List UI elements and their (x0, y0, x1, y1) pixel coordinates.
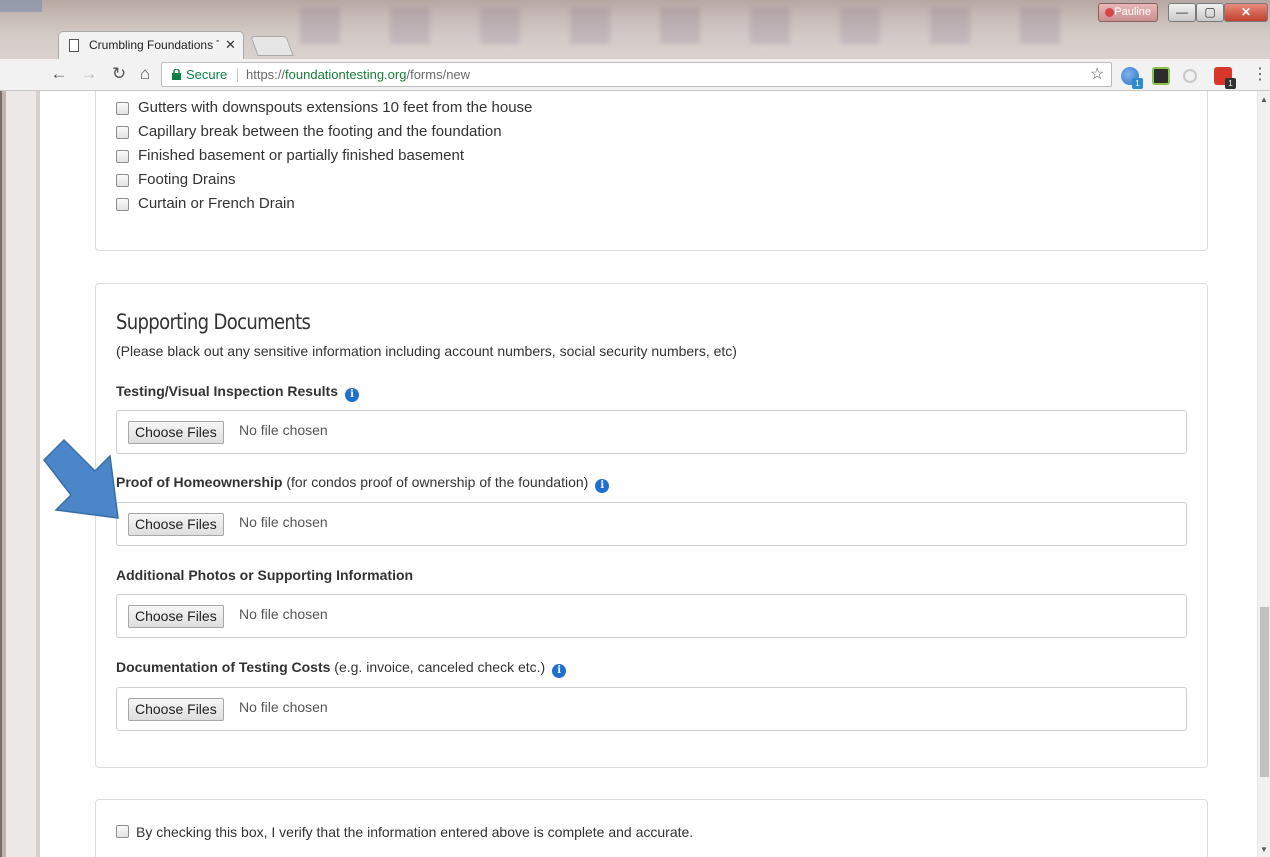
info-icon[interactable]: i (344, 388, 359, 402)
option-label: Footing Drains (138, 171, 236, 188)
browser-toolbar: ← → ↻ ⌂ Secure https://foundationtesting… (0, 59, 1270, 91)
star-icon[interactable]: ☆ (1090, 63, 1104, 86)
option-label: Curtain or French Drain (138, 195, 295, 212)
checkbox[interactable] (116, 198, 129, 211)
label-bold: Proof of Homeownership (116, 474, 283, 490)
option-label: Finished basement or partially finished … (138, 147, 465, 164)
back-arrow-icon[interactable]: ← (48, 63, 70, 85)
verification-label: By checking this box, I verify that the … (136, 824, 694, 840)
info-icon[interactable]: i (595, 479, 610, 493)
page-viewport: Gutters with downspouts extensions 10 fe… (0, 91, 1270, 857)
file-input-additional-photos[interactable]: Choose Files No file chosen (116, 594, 1187, 638)
extension-icon-2[interactable] (1152, 67, 1170, 85)
section-title: Supporting Documents (116, 310, 311, 334)
page-icon (69, 39, 79, 52)
menu-icon[interactable]: ⋮ (1252, 64, 1268, 84)
file-input-testing-results[interactable]: Choose Files No file chosen (116, 410, 1187, 454)
label-bold: Additional Photos or Supporting Informat… (116, 567, 414, 583)
choose-files-button[interactable]: Choose Files (128, 421, 224, 444)
browser-tab[interactable]: Crumbling Foundations T ✕ (58, 31, 244, 59)
scroll-up-arrow-icon[interactable]: ▲ (1260, 95, 1268, 104)
scrollbar-thumb[interactable] (1260, 607, 1269, 777)
url-scheme: https:// (246, 67, 286, 82)
extension-icon-4[interactable]: 1 (1214, 67, 1236, 89)
tab-title: Crumbling Foundations T (89, 38, 219, 52)
choose-files-button[interactable]: Choose Files (128, 698, 224, 721)
extension-badge: 1 (1225, 78, 1236, 89)
forward-arrow-icon[interactable]: → (78, 63, 100, 85)
new-tab-button[interactable] (250, 36, 294, 56)
field-label-homeownership: Proof of Homeownership (for condos proof… (116, 474, 610, 493)
option-label: Capillary break between the footing and … (138, 123, 502, 140)
profile-button[interactable]: Pauline (1098, 3, 1158, 22)
field-label-additional-photos: Additional Photos or Supporting Informat… (116, 567, 413, 583)
checkbox[interactable] (116, 825, 129, 838)
extension-icon-1[interactable]: 1 (1121, 67, 1143, 89)
url-host: foundationtesting.org (285, 67, 407, 82)
vertical-scrollbar[interactable]: ▲ ▼ (1257, 91, 1270, 857)
label-bold: Documentation of Testing Costs (116, 659, 331, 675)
close-window-button[interactable]: ✕ (1224, 3, 1268, 22)
file-input-testing-costs[interactable]: Choose Files No file chosen (116, 687, 1187, 731)
info-icon[interactable]: i (552, 664, 567, 678)
field-label-testing-results: Testing/Visual Inspection Results i (116, 383, 359, 402)
window-edge (0, 0, 42, 12)
section-note: (Please black out any sensitive informat… (116, 343, 737, 359)
label-rest: (e.g. invoice, canceled check etc.) (330, 659, 546, 675)
tab-close-button[interactable]: ✕ (225, 37, 236, 53)
verification-panel: By checking this box, I verify that the … (95, 799, 1208, 857)
label-rest: (for condos proof of ownership of the fo… (282, 474, 589, 490)
option-label: Gutters with downspouts extensions 10 fe… (138, 99, 533, 116)
checkbox[interactable] (116, 126, 129, 139)
extension-icon-3[interactable] (1183, 69, 1197, 83)
scroll-down-arrow-icon[interactable]: ▼ (1260, 845, 1268, 854)
file-status: No file chosen (239, 699, 328, 715)
address-bar[interactable]: Secure https://foundationtesting.org/for… (161, 62, 1112, 87)
lock-icon (172, 69, 181, 80)
url-text: https://foundationtesting.org/forms/new (246, 63, 470, 86)
choose-files-button[interactable]: Choose Files (128, 513, 224, 536)
profile-icon (1105, 8, 1114, 17)
label-bold: Testing/Visual Inspection Results (116, 383, 338, 399)
file-status: No file chosen (239, 514, 328, 530)
file-status: No file chosen (239, 606, 328, 622)
checkbox[interactable] (116, 174, 129, 187)
profile-name: Pauline (1114, 6, 1151, 18)
file-status: No file chosen (239, 422, 328, 438)
field-label-testing-costs: Documentation of Testing Costs (e.g. inv… (116, 659, 567, 678)
foundation-features-panel: Gutters with downspouts extensions 10 fe… (95, 91, 1208, 251)
file-input-homeownership[interactable]: Choose Files No file chosen (116, 502, 1187, 546)
extension-badge: 1 (1132, 78, 1143, 89)
home-icon[interactable]: ⌂ (134, 63, 156, 85)
annotation-arrow (43, 438, 119, 519)
maximize-button[interactable]: ▢ (1196, 3, 1224, 22)
browser-chrome: Pauline — ▢ ✕ Crumbling Foundations T ✕ … (0, 0, 1270, 95)
background-window-blur (300, 8, 1060, 44)
secure-label: Secure (186, 67, 228, 82)
reload-icon[interactable]: ↻ (108, 63, 130, 85)
choose-files-button[interactable]: Choose Files (128, 605, 224, 628)
checkbox[interactable] (116, 150, 129, 163)
desktop-edge (0, 91, 40, 857)
url-path: /forms/new (406, 67, 471, 82)
minimize-button[interactable]: — (1168, 3, 1196, 22)
supporting-documents-panel: Supporting Documents (Please black out a… (95, 283, 1208, 768)
omnibox-divider (237, 68, 238, 82)
checkbox[interactable] (116, 102, 129, 115)
